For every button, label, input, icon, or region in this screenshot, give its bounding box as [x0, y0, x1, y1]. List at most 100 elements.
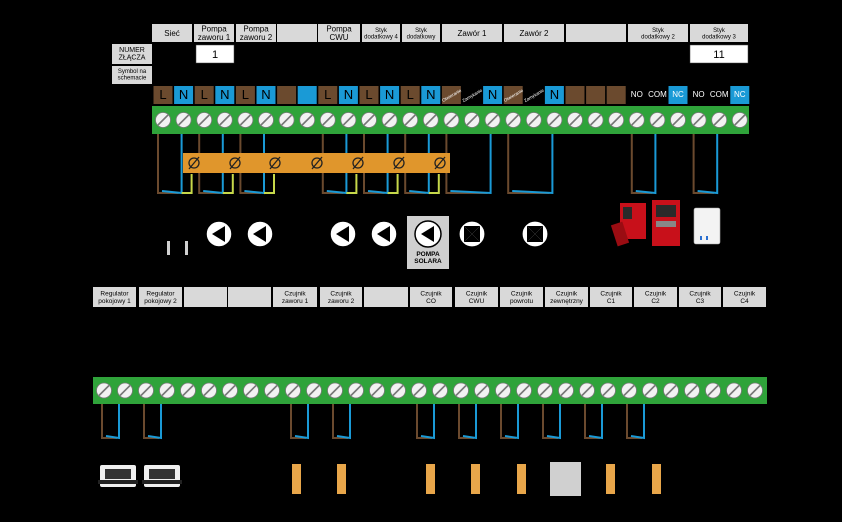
top-label-7: Styk dodatkowy: [402, 24, 440, 42]
symbol-9: L: [318, 86, 338, 104]
symbol-27: NO: [689, 86, 709, 104]
symbol-row: L N L N L N L N L N L N Otwieranie Zamykanie N Otwieran…: [153, 86, 750, 104]
symbol-text: COM: [710, 90, 729, 99]
symbol-25: COM: [647, 86, 667, 104]
top-label-5: Pompa CWU: [318, 24, 360, 42]
symbol-text: N: [179, 87, 188, 102]
pump-icon: [370, 220, 398, 248]
symbol-text: N: [488, 87, 497, 102]
bottom-label-3: [184, 287, 227, 307]
symbol-19: Zamykanie: [523, 86, 545, 104]
symbol-11: L: [359, 86, 379, 104]
bottom-label-text: Czujnik zaworu 2: [328, 291, 355, 305]
room-regulator-2-icon: [142, 465, 182, 487]
bottom-label-text: Regulator pokojowy 1: [98, 291, 131, 305]
bottom-label-text: Czujnik powrotu: [510, 291, 534, 305]
top-label-text: Zawór 1: [458, 29, 487, 38]
pump-icon: [246, 220, 274, 248]
symbol-text: NC: [672, 90, 684, 99]
symbol-20: N: [544, 86, 564, 104]
bottom-label-6: Czujnik zaworu 2: [320, 287, 362, 307]
symbol-text: L: [324, 87, 331, 102]
temperature-sensor-icon: [606, 464, 615, 494]
solar-pump-label: POMPA SOLARA: [414, 251, 442, 265]
bottom-label-15: Czujnik C4: [723, 287, 766, 307]
pump-icon: [205, 220, 233, 248]
bottom-label-text: Czujnik zaworu 1: [282, 291, 309, 305]
symbol-28: COM: [709, 86, 729, 104]
mixing-valve-icon: [521, 220, 549, 248]
gas-boiler-icon: [693, 207, 721, 245]
symbol-13: L: [400, 86, 420, 104]
bottom-label-2: Regulator pokojowy 2: [139, 287, 182, 307]
symbol-12: N: [380, 86, 400, 104]
outdoor-sensor-icon: [550, 462, 581, 496]
symbol-16: Zamykanie: [461, 86, 483, 104]
symbol-text: L: [201, 87, 208, 102]
symbol-17: N: [483, 86, 503, 104]
symbol-18: Otwieranie: [503, 86, 524, 104]
symbol-text: N: [426, 87, 435, 102]
bottom-label-5: Czujnik zaworu 1: [273, 287, 317, 307]
bottom-label-7: [364, 287, 408, 307]
symbol-26: NC: [668, 86, 688, 104]
top-label-10: [566, 24, 626, 42]
symbol-10: N: [338, 86, 358, 104]
top-label-3: Pompa zaworu 2: [236, 24, 276, 42]
top-label-text: Pompa zaworu 2: [240, 24, 273, 42]
bottom-label-10: Czujnik powrotu: [500, 287, 543, 307]
solar-pump: POMPA SOLARA: [407, 216, 449, 269]
top-label-11: Styk dodatkowy 2: [628, 24, 688, 42]
symbol-4: N: [215, 86, 235, 104]
symbol-text: L: [159, 87, 166, 102]
bottom-label-4: [228, 287, 271, 307]
room-regulator-1-icon: [98, 465, 138, 487]
symbol-5: L: [235, 86, 255, 104]
wiring-diagram: NUMER ZŁĄCZA Symbol na schemacie 1 11 Sieć…: [0, 0, 842, 522]
bottom-label-row: Regulator pokojowy 1 Regulator pokojowy 2 Cz…: [93, 287, 766, 307]
symbol-text: N: [261, 87, 270, 102]
symbol-14: N: [421, 86, 441, 104]
bottom-label-9: Czujnik CWU: [455, 287, 498, 307]
bottom-label-14: Czujnik C3: [679, 287, 721, 307]
top-label-row: Sieć Pompa zaworu 1 Pompa zaworu 2 Pompa CWU St…: [152, 24, 748, 42]
temperature-sensor-icon: [652, 464, 661, 494]
symbol-2: N: [174, 86, 194, 104]
bottom-label-text: Regulator pokojowy 2: [144, 291, 177, 305]
top-label-text: Pompa zaworu 1: [198, 24, 231, 42]
last-connector-number: 11: [713, 49, 724, 61]
top-label-6: Styk dodatkowy 4: [362, 24, 400, 42]
bottom-label-8: Czujnik CO: [410, 287, 452, 307]
symbol-6: N: [256, 86, 276, 104]
pump-icon: [329, 220, 357, 248]
top-label-4: [277, 24, 317, 42]
symbol-22: [586, 86, 606, 104]
legend-numer-label: NUMER ZŁĄCZA: [119, 47, 146, 62]
top-label-2: Pompa zaworu 1: [194, 24, 234, 42]
symbol-text: N: [344, 87, 353, 102]
symbol-24: NO: [627, 86, 647, 104]
top-label-12: Styk dodatkowy 3: [690, 24, 748, 42]
bottom-label-12: Czujnik C1: [590, 287, 632, 307]
temperature-sensor-icon: [426, 464, 435, 494]
symbol-text: L: [365, 87, 372, 102]
symbol-text: COM: [648, 90, 667, 99]
symbol-23: [606, 86, 626, 104]
symbol-7: [277, 86, 297, 104]
symbol-text: NC: [734, 90, 746, 99]
bottom-label-11: Czujnik zewnętrzny: [545, 287, 588, 307]
symbol-29: NC: [730, 86, 750, 104]
top-label-1: Sieć: [152, 24, 192, 42]
symbol-text: NO: [693, 90, 705, 99]
temperature-sensor-icon: [337, 464, 346, 494]
temperature-sensor-icon: [292, 464, 301, 494]
mixing-valve-icon: [458, 220, 486, 248]
symbol-text: N: [385, 87, 394, 102]
symbol-3: L: [194, 86, 214, 104]
temperature-sensor-icon: [471, 464, 480, 494]
first-connector-number: 1: [212, 49, 218, 61]
top-label-8: Zawór 1: [442, 24, 502, 42]
top-label-text: Sieć: [164, 29, 180, 38]
top-label-9: Zawór 2: [504, 24, 564, 42]
top-terminal-strip: [152, 106, 749, 134]
